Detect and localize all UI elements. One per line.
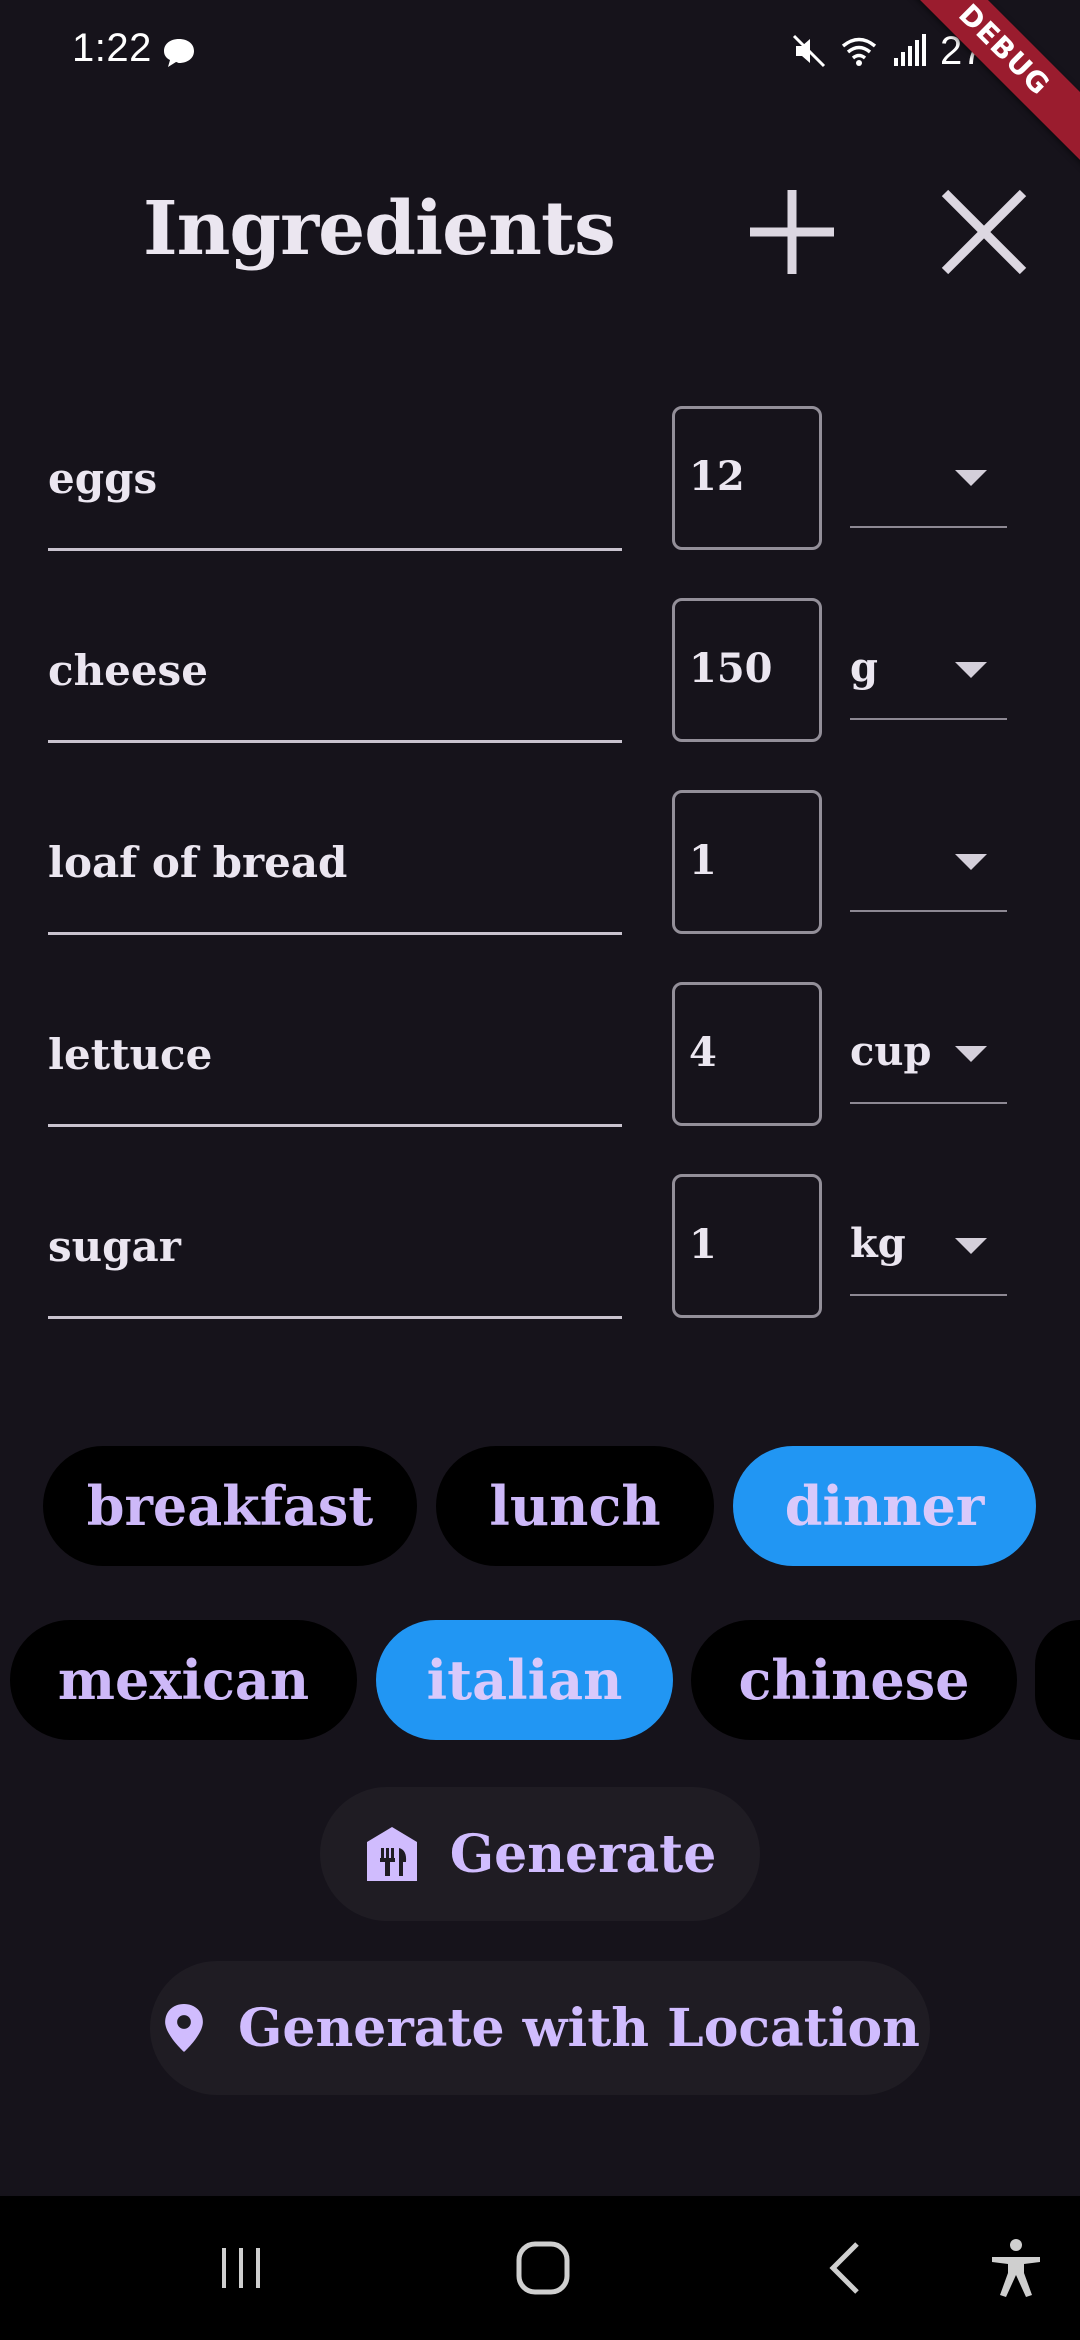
chip-mexican[interactable]: mexican [10,1620,357,1740]
navigation-bar [0,2196,1080,2340]
close-button[interactable] [934,182,1034,282]
dropdown-arrow-icon [955,662,987,678]
add-ingredient-button[interactable] [742,182,842,282]
dropdown-arrow-icon [955,1046,987,1062]
home-icon [516,2241,570,2295]
ingredient-unit: g [850,644,878,691]
status-bar: 1:22 27% DEBUG [0,0,1080,174]
chip-breakfast[interactable]: breakfast [43,1446,417,1566]
ingredient-quantity: 1 [689,837,717,884]
chip-italian[interactable]: italian [376,1620,673,1740]
restaurant-icon [366,1827,417,1881]
back-icon [829,2242,859,2294]
ingredient-name-field[interactable]: lettuce [48,982,622,1127]
ingredient-row: eggs 12 [48,406,1028,556]
ingredient-row: loaf of bread 1 [48,790,1028,940]
status-time: 1:22 [72,26,152,70]
chip-dinner[interactable]: dinner [733,1446,1036,1566]
ingredient-quantity: 4 [689,1029,717,1076]
ingredient-quantity: 1 [689,1221,717,1268]
dropdown-arrow-icon [955,854,987,870]
ingredient-row: cheese 150 g [48,598,1028,748]
ingredient-quantity-field[interactable]: 12 [672,406,822,550]
chip-lunch[interactable]: lunch [436,1446,714,1566]
ingredient-quantity-field[interactable]: 4 [672,982,822,1126]
accessibility-button[interactable] [966,2218,1066,2318]
ingredient-name-field[interactable]: cheese [48,598,622,743]
ingredient-unit-dropdown[interactable]: kg [850,1174,1007,1296]
signal-icon [893,34,926,66]
page-title: Ingredients [143,186,616,272]
ingredient-quantity-field[interactable]: 1 [672,1174,822,1318]
chip-overflow[interactable] [1035,1620,1080,1740]
ingredient-row: lettuce 4 cup [48,982,1028,1132]
plus-icon [750,190,834,274]
ingredient-unit-dropdown[interactable] [850,406,1007,528]
ingredient-unit-dropdown[interactable]: cup [850,982,1007,1104]
ingredient-unit: kg [850,1220,906,1267]
ingredient-name-field[interactable]: sugar [48,1174,622,1319]
recents-icon [222,2248,260,2288]
ingredient-unit-dropdown[interactable]: g [850,598,1007,720]
recents-button[interactable] [191,2218,291,2318]
ingredient-name: lettuce [48,1030,213,1079]
dropdown-arrow-icon [955,470,987,486]
wifi-icon [841,37,877,66]
home-button[interactable] [493,2218,593,2318]
ingredient-quantity-field[interactable]: 150 [672,598,822,742]
back-button[interactable] [796,2218,896,2318]
generate-label: Generate [449,1823,717,1885]
ingredient-quantity-field[interactable]: 1 [672,790,822,934]
ingredient-name-field[interactable]: eggs [48,406,622,551]
location-pin-icon [165,2004,203,2052]
ingredient-quantity: 12 [689,453,745,500]
ingredient-name: sugar [48,1222,181,1271]
ingredient-name: loaf of bread [48,838,348,887]
ingredient-unit-dropdown[interactable] [850,790,1007,912]
ingredient-name: eggs [48,454,158,503]
dropdown-arrow-icon [955,1238,987,1254]
ingredient-name-field[interactable]: loaf of bread [48,790,622,935]
accessibility-icon [992,2239,1040,2297]
chip-chinese[interactable]: chinese [691,1620,1017,1740]
ingredient-row: sugar 1 kg [48,1174,1028,1324]
generate-button[interactable]: Generate [320,1787,760,1921]
generate-with-location-button[interactable]: Generate with Location [150,1961,930,2095]
generate-with-location-label: Generate with Location [238,1997,920,2059]
ingredient-quantity: 150 [689,645,773,692]
mute-icon [792,34,825,68]
close-icon [941,189,1027,275]
ingredient-name: cheese [48,646,208,695]
ingredient-unit: cup [850,1028,932,1075]
chat-bubble-icon [164,39,194,67]
